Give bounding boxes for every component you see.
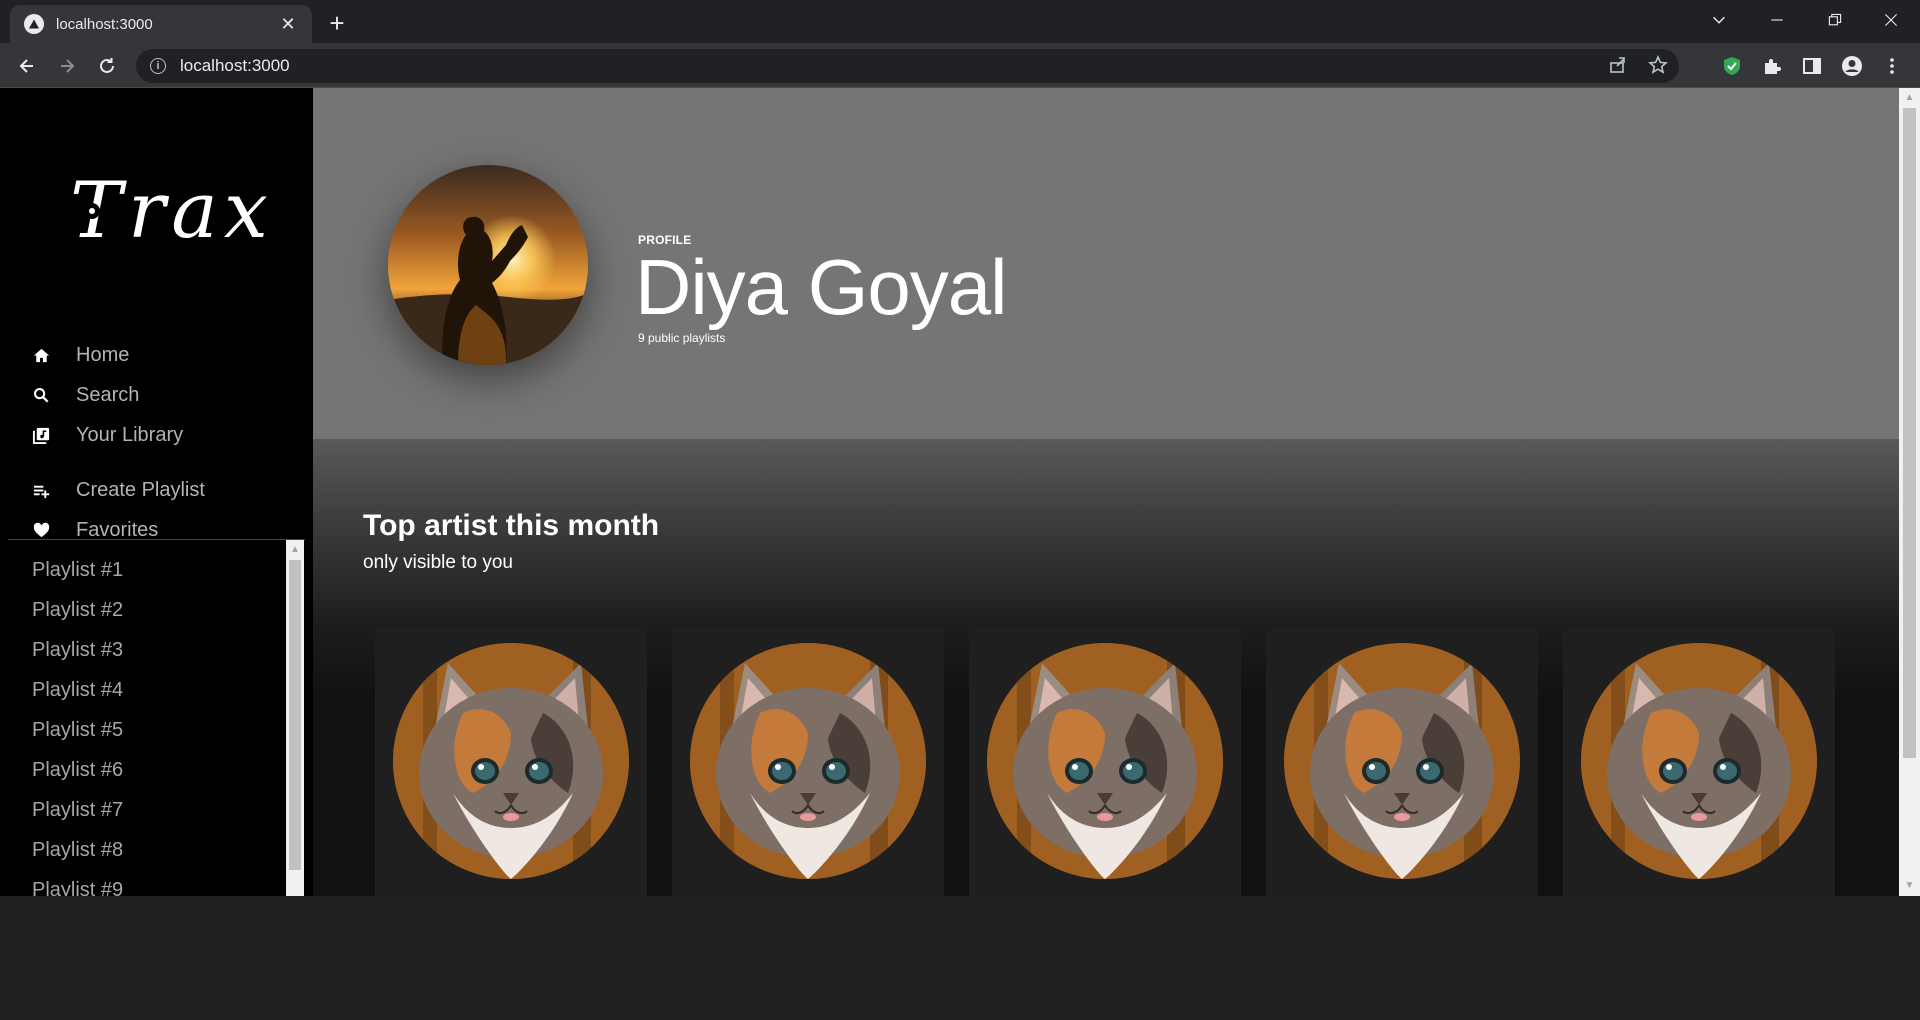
minimize-button[interactable] (1748, 0, 1806, 40)
artist-avatar-kitten-image (1581, 643, 1817, 879)
playlist-scroll-thumb[interactable] (289, 560, 301, 870)
sidebar-item-label: Home (76, 343, 130, 366)
playlist-item[interactable]: Playlist #8 (32, 830, 123, 870)
site-info-icon[interactable]: i (150, 58, 166, 74)
browser-toolbar: i localhost:3000 (0, 43, 1920, 88)
playlist-item[interactable]: Playlist #3 (32, 630, 123, 670)
profile-avatar (388, 165, 588, 365)
playlist-item[interactable]: Playlist #9 (32, 870, 123, 896)
browser-tabstrip: localhost:3000 ✕ + (0, 0, 1920, 43)
page-scrollbar[interactable]: ▲ ▼ (1899, 88, 1920, 896)
sidebar-item-search[interactable]: Search (30, 375, 300, 415)
tab-close-icon[interactable]: ✕ (278, 14, 298, 35)
forward-button[interactable] (51, 50, 83, 82)
playlist-item[interactable]: Playlist #5 (32, 710, 123, 750)
section-title: Top artist this month (363, 509, 660, 542)
artist-card[interactable] (1266, 629, 1538, 896)
arrow-left-icon (19, 59, 33, 73)
sidebar-item-library[interactable]: Your Library (30, 415, 300, 455)
playlist-item[interactable]: Playlist #7 (32, 790, 123, 830)
artist-avatar-kitten-image (690, 643, 926, 879)
playlist-scrollbar[interactable]: ▲ (286, 540, 304, 896)
artist-avatar-kitten-image (987, 643, 1223, 879)
section-subtitle: only visible to you (363, 552, 513, 573)
main-content: PROFILE Diya Goyal 9 public playlists To… (313, 88, 1899, 896)
sidebar: Trax Home Search Your Library Create Pla… (0, 88, 313, 896)
address-url[interactable]: localhost:3000 (180, 56, 290, 76)
playlist-add-icon (30, 479, 52, 501)
arrow-right-icon (61, 59, 75, 73)
shield-extension-icon[interactable] (1718, 52, 1746, 80)
tab-search-chevron-icon[interactable] (1690, 0, 1748, 40)
scroll-up-arrow-icon[interactable]: ▲ (286, 542, 304, 558)
sidebar-item-home[interactable]: Home (30, 335, 300, 375)
top-artists-section: Top artist this month only visible to yo… (313, 439, 1899, 896)
playlist-item[interactable]: Playlist #2 (32, 590, 123, 630)
trax-logo[interactable]: Trax (68, 166, 268, 256)
profile-name: Diya Goyal (635, 243, 1007, 331)
playlist-item[interactable]: Playlist #4 (32, 670, 123, 710)
sidebar-item-label: Search (76, 383, 140, 406)
scroll-down-arrow-icon[interactable]: ▼ (1899, 878, 1920, 894)
playlist-item[interactable]: Playlist #1 (32, 550, 123, 590)
bookmark-star-icon[interactable] (1647, 54, 1669, 76)
sidebar-item-label: Your Library (76, 423, 184, 446)
home-icon (30, 344, 52, 366)
playlist-item[interactable]: Playlist #6 (32, 750, 123, 790)
logo-text: Trax (70, 166, 274, 256)
artist-card[interactable] (672, 629, 944, 896)
playlist-list: Playlist #1 Playlist #2 Playlist #3 Play… (0, 540, 307, 896)
browser-menu-icon[interactable] (1878, 52, 1906, 80)
artist-avatar-kitten-image (1284, 643, 1520, 879)
sidebar-menu: Home Search Your Library Create Playlist (30, 335, 300, 550)
window-below-viewport (0, 896, 1920, 1020)
heart-icon (30, 519, 52, 541)
page-viewport: Trax Home Search Your Library Create Pla… (0, 88, 1920, 896)
artist-card[interactable] (969, 629, 1241, 896)
tab-title: localhost:3000 (56, 15, 153, 33)
reload-button[interactable] (91, 50, 123, 82)
artist-card[interactable] (1563, 629, 1835, 896)
new-tab-button[interactable]: + (322, 8, 352, 38)
browser-tab[interactable]: localhost:3000 ✕ (10, 5, 312, 43)
share-icon[interactable] (1607, 54, 1629, 76)
profile-header: PROFILE Diya Goyal 9 public playlists (313, 88, 1899, 439)
artist-avatar-kitten-image (393, 643, 629, 879)
sidebar-item-label: Create Playlist (76, 478, 205, 501)
vercel-favicon-icon (24, 14, 44, 34)
profile-avatar-icon[interactable] (1838, 52, 1866, 80)
extensions-puzzle-icon[interactable] (1758, 52, 1786, 80)
side-panel-icon[interactable] (1798, 52, 1826, 80)
sunset-silhouette-image (388, 165, 588, 365)
close-window-button[interactable] (1862, 0, 1920, 40)
search-icon (30, 384, 52, 406)
profile-playlist-count: 9 public playlists (638, 331, 726, 345)
back-button[interactable] (11, 50, 43, 82)
artist-card-row (375, 629, 1875, 896)
sidebar-item-create-playlist[interactable]: Create Playlist (30, 470, 300, 510)
scroll-up-arrow-icon[interactable]: ▲ (1899, 90, 1920, 106)
library-icon (30, 424, 52, 446)
address-bar[interactable]: i localhost:3000 (136, 49, 1679, 83)
page-scroll-thumb[interactable] (1903, 108, 1916, 758)
restore-button[interactable] (1806, 0, 1864, 40)
artist-card[interactable] (375, 629, 647, 896)
reload-icon (100, 58, 114, 73)
